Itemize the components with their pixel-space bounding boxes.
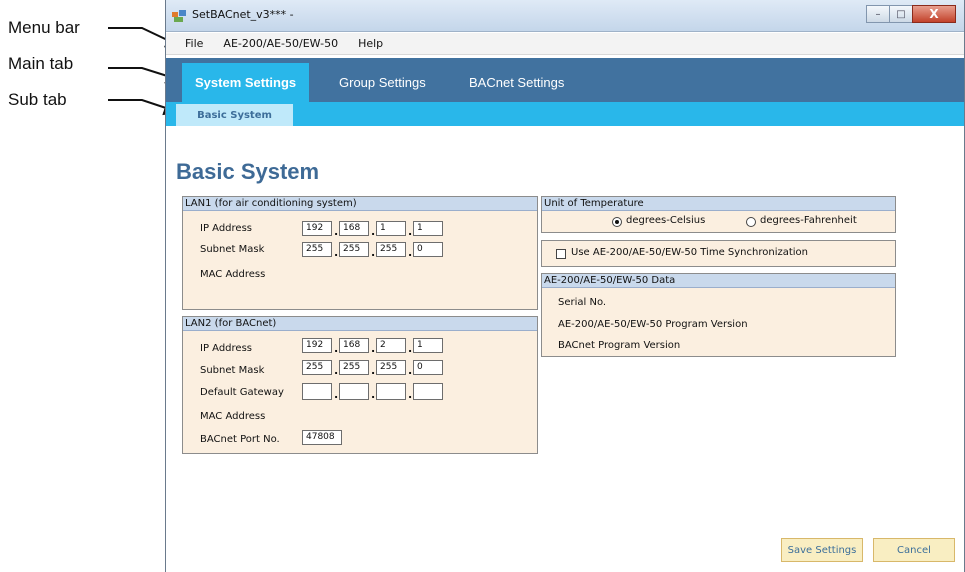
tab-system-settings[interactable]: System Settings: [182, 63, 310, 102]
lan1-subnet-label: Subnet Mask: [200, 244, 265, 255]
lan2-gateway-octet-3[interactable]: [376, 383, 406, 400]
menu-bar: File AE-200/AE-50/EW-50 Help: [166, 33, 964, 55]
lan2-group: LAN2 (for BACnet) IP Address 192 . 168 .…: [182, 316, 538, 454]
temperature-header: Unit of Temperature: [542, 197, 895, 211]
time-sync-group: Use AE-200/AE-50/EW-50 Time Synchronizat…: [541, 240, 896, 267]
serial-no-label: Serial No.: [558, 297, 607, 308]
app-window: SetBACnet_v3*** - – □ X File AE-200/AE-5…: [165, 0, 965, 572]
menu-device[interactable]: AE-200/AE-50/EW-50: [223, 37, 338, 50]
tab-group-settings[interactable]: Group Settings: [339, 63, 426, 102]
save-settings-button[interactable]: Save Settings: [781, 538, 863, 562]
lan1-ip-label: IP Address: [200, 223, 252, 234]
lan2-ip-octet-1[interactable]: 192: [302, 338, 332, 353]
program-version-label: AE-200/AE-50/EW-50 Program Version: [558, 319, 748, 330]
temperature-group: Unit of Temperature degrees-Celsius degr…: [541, 196, 896, 233]
minimize-icon: –: [875, 8, 881, 20]
ip-dot: .: [408, 225, 413, 238]
lan1-subnet-octet-3[interactable]: 255: [376, 242, 406, 257]
ip-dot: .: [371, 342, 376, 355]
menu-help[interactable]: Help: [358, 37, 383, 50]
callout-menu-bar-label: Menu bar: [8, 18, 80, 37]
time-sync-label: Use AE-200/AE-50/EW-50 Time Synchronizat…: [571, 247, 809, 258]
ip-dot: .: [334, 364, 339, 377]
device-data-group: AE-200/AE-50/EW-50 Data Serial No. AE-20…: [541, 273, 896, 357]
minimize-button[interactable]: –: [866, 5, 890, 23]
device-data-header: AE-200/AE-50/EW-50 Data: [542, 274, 895, 288]
ip-dot: .: [408, 342, 413, 355]
fahrenheit-radio[interactable]: [746, 217, 756, 227]
window-controls: – □ X: [866, 5, 956, 23]
bacnet-version-label: BACnet Program Version: [558, 340, 681, 351]
lan2-ip-octet-2[interactable]: 168: [339, 338, 369, 353]
ip-dot: .: [408, 364, 413, 377]
fahrenheit-label: degrees-Fahrenheit: [760, 215, 857, 226]
cancel-button[interactable]: Cancel: [873, 538, 955, 562]
maximize-icon: □: [896, 8, 906, 20]
ip-dot: .: [371, 225, 376, 238]
maximize-button[interactable]: □: [889, 5, 913, 23]
ip-dot: .: [408, 246, 413, 259]
lan2-subnet-octet-2[interactable]: 255: [339, 360, 369, 375]
lan2-header: LAN2 (for BACnet): [183, 317, 537, 331]
content-area: Basic System LAN1 (for air conditioning …: [166, 126, 964, 572]
ip-dot: .: [334, 225, 339, 238]
callout-sub-tab: Sub tab: [8, 90, 67, 110]
lan2-gateway-octet-4[interactable]: [413, 383, 443, 400]
lan2-gateway-octet-1[interactable]: [302, 383, 332, 400]
close-icon: X: [929, 7, 939, 21]
title-bar[interactable]: SetBACnet_v3*** - – □ X: [166, 0, 964, 32]
lan1-subnet-octet-1[interactable]: 255: [302, 242, 332, 257]
callout-main-tab: Main tab: [8, 54, 73, 74]
lan1-ip-octet-4[interactable]: 1: [413, 221, 443, 236]
lan1-subnet-octet-4[interactable]: 0: [413, 242, 443, 257]
ip-dot: .: [371, 388, 376, 401]
ip-dot: .: [334, 342, 339, 355]
lan2-gateway-octet-2[interactable]: [339, 383, 369, 400]
lan2-subnet-label: Subnet Mask: [200, 365, 265, 376]
celsius-label: degrees-Celsius: [626, 215, 706, 226]
main-tab-bar: System Settings Group Settings BACnet Se…: [166, 58, 964, 102]
app-icon: [172, 10, 186, 22]
lan2-ip-label: IP Address: [200, 343, 252, 354]
ip-dot: .: [334, 388, 339, 401]
ip-dot: .: [334, 246, 339, 259]
bacnet-port-input[interactable]: 47808: [302, 430, 342, 445]
celsius-radio[interactable]: [612, 217, 622, 227]
callout-sub-tab-label: Sub tab: [8, 90, 67, 109]
ip-dot: .: [371, 364, 376, 377]
window-title: SetBACnet_v3*** -: [192, 8, 294, 21]
menu-file[interactable]: File: [185, 37, 203, 50]
callout-menu-bar: Menu bar: [8, 18, 80, 38]
lan1-ip-octet-2[interactable]: 168: [339, 221, 369, 236]
lan1-subnet-octet-2[interactable]: 255: [339, 242, 369, 257]
tab-bacnet-settings[interactable]: BACnet Settings: [469, 63, 564, 102]
close-button[interactable]: X: [912, 5, 956, 23]
ip-dot: .: [408, 388, 413, 401]
sub-tab-bar: Basic System: [166, 102, 964, 126]
lan2-mac-label: MAC Address: [200, 411, 266, 422]
lan2-ip-octet-4[interactable]: 1: [413, 338, 443, 353]
lan2-subnet-octet-4[interactable]: 0: [413, 360, 443, 375]
lan2-ip-octet-3[interactable]: 2: [376, 338, 406, 353]
callout-main-tab-label: Main tab: [8, 54, 74, 73]
lan1-ip-octet-1[interactable]: 192: [302, 221, 332, 236]
page-title: Basic System: [176, 159, 320, 184]
lan2-port-label: BACnet Port No.: [200, 434, 280, 445]
lan1-group: LAN1 (for air conditioning system) IP Ad…: [182, 196, 538, 310]
lan1-mac-label: MAC Address: [200, 269, 266, 280]
lan2-subnet-octet-1[interactable]: 255: [302, 360, 332, 375]
lan2-subnet-octet-3[interactable]: 255: [376, 360, 406, 375]
lan1-ip-octet-3[interactable]: 1: [376, 221, 406, 236]
lan2-gateway-label: Default Gateway: [200, 387, 284, 398]
lan1-header: LAN1 (for air conditioning system): [183, 197, 537, 211]
ip-dot: .: [371, 246, 376, 259]
time-sync-checkbox[interactable]: [556, 249, 566, 259]
subtab-basic-system[interactable]: Basic System: [176, 104, 293, 126]
